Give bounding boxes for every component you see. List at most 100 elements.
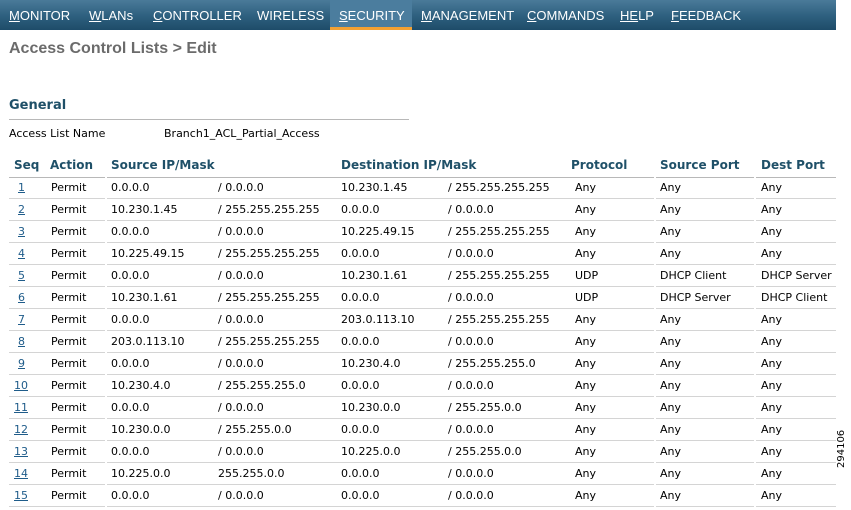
table-row: 15 Permit 0.0.0.0 / 0.0.0.0 0.0.0.0 / 0.0.0.0… xyxy=(0,485,836,507)
protocol: Any xyxy=(575,203,597,216)
action: Permit xyxy=(51,423,87,436)
nav-wlans[interactable]: WLANs xyxy=(80,0,144,30)
action: Permit xyxy=(51,291,87,304)
table-row: 11 Permit 0.0.0.0 / 0.0.0.0 10.230.0.0 / 255.… xyxy=(0,397,836,419)
source-port: DHCP Client xyxy=(660,269,727,282)
source-port: Any xyxy=(660,379,682,392)
protocol: Any xyxy=(575,489,597,502)
source-ip: 0.0.0.0 xyxy=(111,445,150,458)
source-ip: 0.0.0.0 xyxy=(111,313,150,326)
column-header-action: Action xyxy=(50,158,94,172)
source-ip: 0.0.0.0 xyxy=(111,357,150,370)
seq-link[interactable]: 7 xyxy=(18,313,25,326)
nav-management[interactable]: MANAGEMENT xyxy=(412,0,518,30)
source-ip: 203.0.113.10 xyxy=(111,335,185,348)
dest-ip: 0.0.0.0 xyxy=(341,379,380,392)
action: Permit xyxy=(51,357,87,370)
nav-controller[interactable]: CONTROLLER xyxy=(144,0,248,30)
dest-mask: / 255.255.0.0 xyxy=(448,401,522,414)
seq-link[interactable]: 14 xyxy=(14,467,28,480)
source-ip: 0.0.0.0 xyxy=(111,269,150,282)
top-navigation-bar: MONITOR WLANs CONTROLLER WIRELESS SECURITY MA… xyxy=(0,0,836,30)
dest-ip: 0.0.0.0 xyxy=(341,489,380,502)
dest-port: Any xyxy=(761,467,783,480)
seq-link[interactable]: 2 xyxy=(18,203,25,216)
seq-link[interactable]: 10 xyxy=(14,379,28,392)
table-row: 6 Permit 10.230.1.61 / 255.255.255.255 0.0.0… xyxy=(0,287,836,309)
dest-port: Any xyxy=(761,357,783,370)
dest-ip: 0.0.0.0 xyxy=(341,291,380,304)
dest-mask: / 0.0.0.0 xyxy=(448,379,494,392)
dest-mask: / 255.255.255.255 xyxy=(448,181,550,194)
table-row: 13 Permit 0.0.0.0 / 0.0.0.0 10.225.0.0 / 255.… xyxy=(0,441,836,463)
seq-link[interactable]: 5 xyxy=(18,269,25,282)
column-header-seq: Seq xyxy=(14,158,40,172)
protocol: Any xyxy=(575,247,597,260)
table-row: 10 Permit 10.230.4.0 / 255.255.255.0 0.0.0.0… xyxy=(0,375,836,397)
seq-link[interactable]: 12 xyxy=(14,423,28,436)
source-ip: 0.0.0.0 xyxy=(111,401,150,414)
source-port: Any xyxy=(660,203,682,216)
dest-ip: 0.0.0.0 xyxy=(341,247,380,260)
dest-mask: / 0.0.0.0 xyxy=(448,291,494,304)
protocol: Any xyxy=(575,401,597,414)
seq-link[interactable]: 1 xyxy=(18,181,25,194)
protocol: UDP xyxy=(575,291,599,304)
source-port: Any xyxy=(660,357,682,370)
dest-ip: 0.0.0.0 xyxy=(341,423,380,436)
nav-wireless[interactable]: WIRELESS xyxy=(248,0,330,30)
nav-security[interactable]: SECURITY xyxy=(330,0,412,30)
source-mask: 255.255.0.0 xyxy=(218,467,285,480)
dest-port: Any xyxy=(761,203,783,216)
dest-mask: / 255.255.0.0 xyxy=(448,445,522,458)
seq-link[interactable]: 13 xyxy=(14,445,28,458)
source-mask: / 255.255.255.255 xyxy=(218,335,320,348)
access-list-name-value: Branch1_ACL_Partial_Access xyxy=(164,127,320,140)
action: Permit xyxy=(51,269,87,282)
dest-ip: 0.0.0.0 xyxy=(341,203,380,216)
dest-port: Any xyxy=(761,379,783,392)
source-ip: 10.230.0.0 xyxy=(111,423,171,436)
seq-link[interactable]: 9 xyxy=(18,357,25,370)
table-row: 8 Permit 203.0.113.10 / 255.255.255.255 0.0.… xyxy=(0,331,836,353)
column-header-source-ip-mask: Source IP/Mask xyxy=(111,158,215,172)
source-ip: 0.0.0.0 xyxy=(111,181,150,194)
source-mask: / 0.0.0.0 xyxy=(218,445,264,458)
seq-link[interactable]: 11 xyxy=(14,401,28,414)
dest-ip: 10.225.49.15 xyxy=(341,225,415,238)
protocol: Any xyxy=(575,225,597,238)
dest-port: Any xyxy=(761,489,783,502)
seq-link[interactable]: 6 xyxy=(18,291,25,304)
source-mask: / 255.255.255.255 xyxy=(218,291,320,304)
source-mask: / 0.0.0.0 xyxy=(218,181,264,194)
nav-monitor[interactable]: MONITOR xyxy=(0,0,80,30)
dest-mask: / 0.0.0.0 xyxy=(448,247,494,260)
seq-link[interactable]: 4 xyxy=(18,247,25,260)
source-mask: / 255.255.255.255 xyxy=(218,247,320,260)
nav-help[interactable]: HELP xyxy=(611,0,662,30)
source-ip: 10.230.4.0 xyxy=(111,379,171,392)
source-port: Any xyxy=(660,313,682,326)
column-header-protocol: Protocol xyxy=(571,158,628,172)
figure-id: 294106 xyxy=(836,429,847,468)
nav-commands[interactable]: COMMANDS xyxy=(518,0,611,30)
action: Permit xyxy=(51,247,87,260)
seq-link[interactable]: 3 xyxy=(18,225,25,238)
dest-port: Any xyxy=(761,181,783,194)
source-port: Any xyxy=(660,423,682,436)
nav-feedback[interactable]: FEEDBACK xyxy=(662,0,742,30)
dest-mask: / 0.0.0.0 xyxy=(448,423,494,436)
dest-mask: / 0.0.0.0 xyxy=(448,203,494,216)
seq-link[interactable]: 15 xyxy=(14,489,28,502)
source-mask: / 0.0.0.0 xyxy=(218,225,264,238)
source-mask: / 255.255.255.0 xyxy=(218,379,306,392)
action: Permit xyxy=(51,489,87,502)
dest-port: DHCP Server xyxy=(761,269,832,282)
table-row: 14 Permit 10.225.0.0 255.255.0.0 0.0.0.0 / 0.… xyxy=(0,463,836,485)
dest-port: Any xyxy=(761,247,783,260)
protocol: Any xyxy=(575,357,597,370)
dest-mask: / 255.255.255.255 xyxy=(448,225,550,238)
source-port: DHCP Server xyxy=(660,291,731,304)
seq-link[interactable]: 8 xyxy=(18,335,25,348)
table-row: 7 Permit 0.0.0.0 / 0.0.0.0 203.0.113.10 / 255… xyxy=(0,309,836,331)
